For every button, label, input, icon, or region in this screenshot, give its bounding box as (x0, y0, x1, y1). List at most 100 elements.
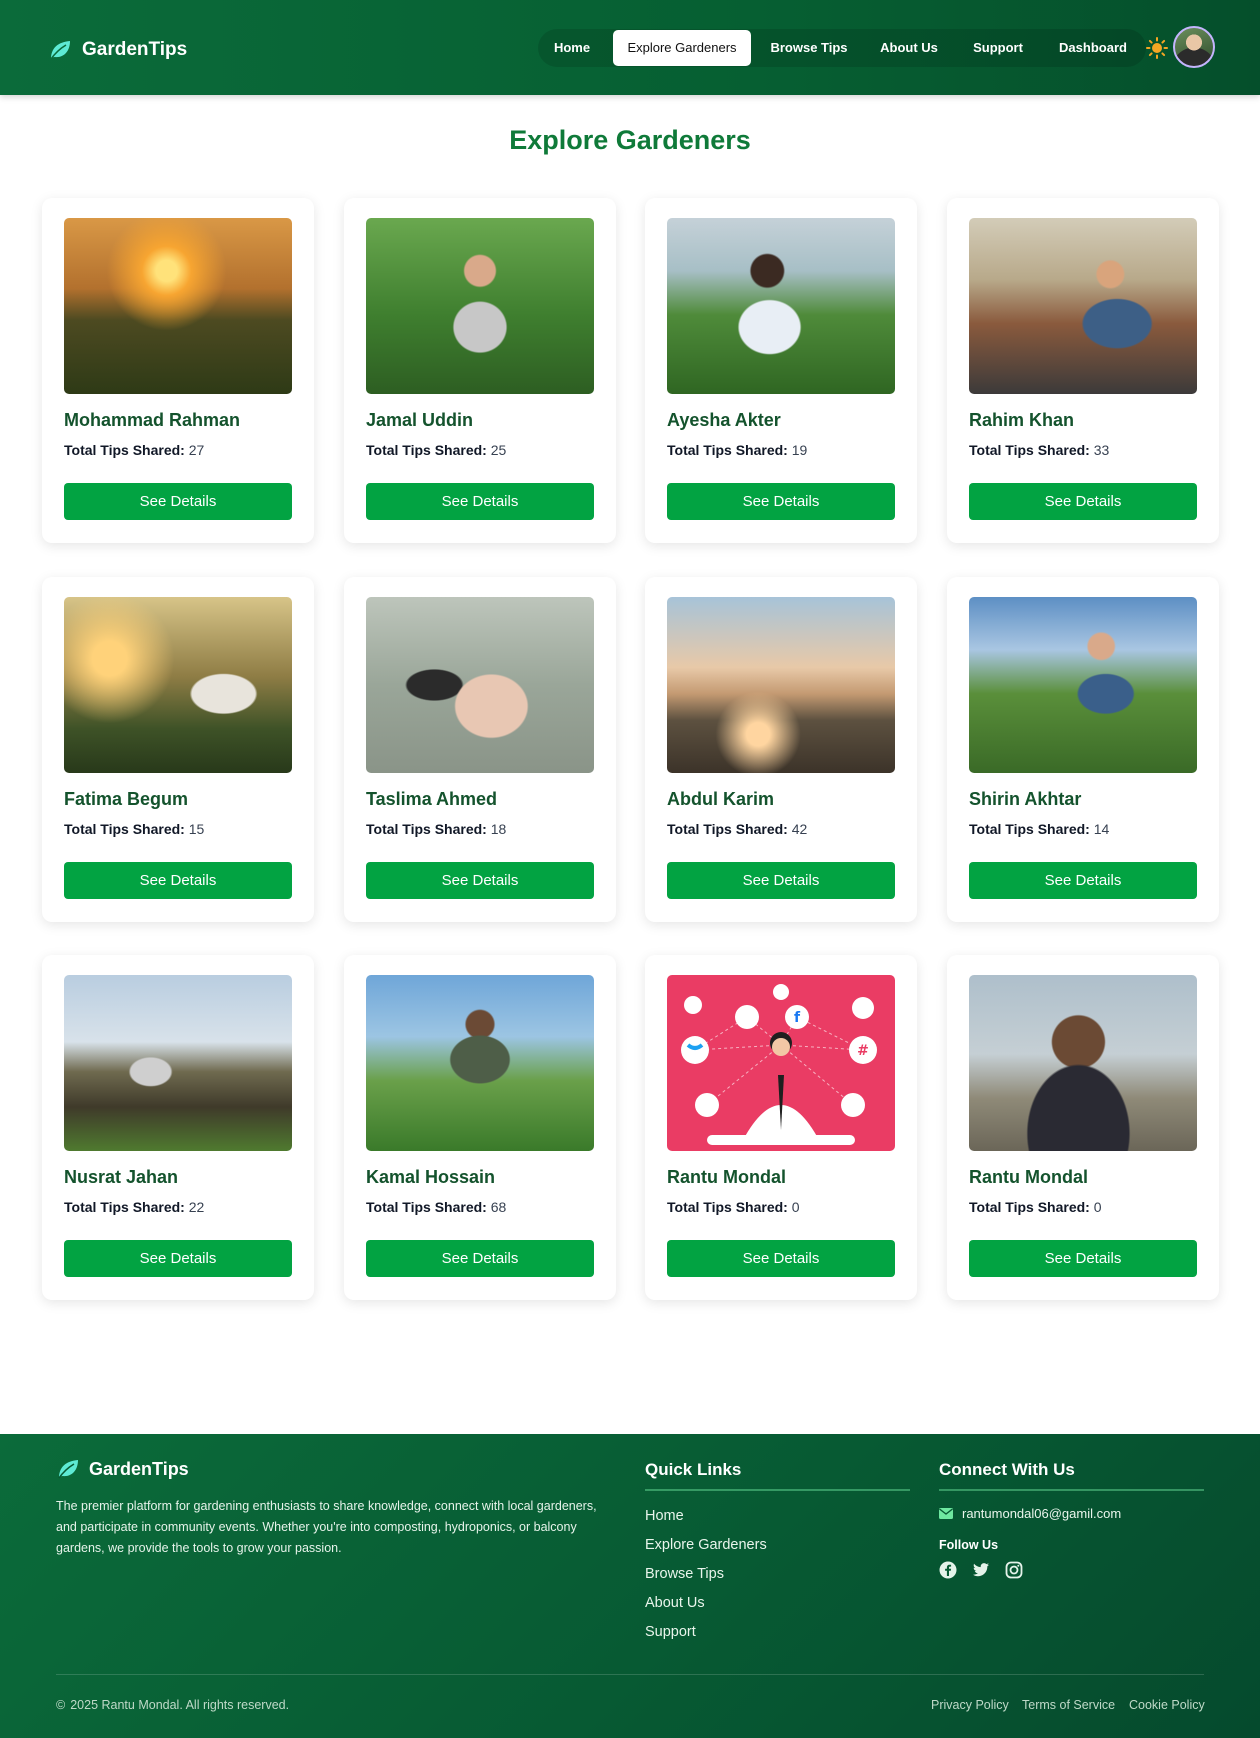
connect-divider (939, 1489, 1204, 1491)
tips-value: 68 (490, 1199, 507, 1215)
gardener-name: Abdul Karim (667, 789, 775, 809)
gardener-card: Jamal Uddin Total Tips Shared: 25 See De… (344, 198, 616, 543)
tips-value: 33 (1093, 442, 1110, 458)
cookie-policy-link[interactable]: Cookie Policy (1129, 1698, 1205, 1712)
gardener-name: Kamal Hossain (366, 1167, 496, 1187)
footer-brand-name: GardenTips (89, 1458, 189, 1479)
nav-support[interactable]: Support (961, 30, 1035, 66)
brand-logo[interactable]: GardenTips (48, 36, 187, 64)
tips-label: Total Tips Shared: (64, 1199, 185, 1215)
tips-value: 19 (791, 442, 808, 458)
footer-divider (56, 1674, 1204, 1675)
facebook-icon[interactable] (939, 1561, 957, 1579)
tips-value: 0 (791, 1199, 800, 1215)
instagram-icon[interactable] (1005, 1561, 1023, 1579)
gardener-card: Fatima Begum Total Tips Shared: 15 See D… (42, 577, 314, 922)
gardener-photo (366, 975, 594, 1151)
footer-link-home[interactable]: Home (645, 1508, 684, 1524)
see-details-button[interactable]: See Details (969, 1240, 1197, 1277)
gardener-card: f # Rantu Mondal Total Tips Shared: 0 Se… (645, 955, 917, 1300)
page-title: Explore Gardeners (509, 125, 751, 155)
see-details-button[interactable]: See Details (366, 1240, 594, 1277)
tips-value: 14 (1093, 821, 1110, 837)
footer-email[interactable]: rantumondal06@gamil.com (939, 1506, 1121, 1521)
svg-text:#: # (857, 1043, 869, 1059)
tips-count: Total Tips Shared: 33 (969, 442, 1109, 458)
gardener-photo (969, 218, 1197, 394)
gardener-photo (969, 597, 1197, 773)
gardener-photo (366, 218, 594, 394)
nav-explore-gardeners[interactable]: Explore Gardeners (613, 30, 751, 66)
see-details-button[interactable]: See Details (969, 483, 1197, 520)
user-avatar[interactable] (1173, 26, 1215, 68)
gardener-card: Rantu Mondal Total Tips Shared: 0 See De… (947, 955, 1219, 1300)
gardener-card: Taslima Ahmed Total Tips Shared: 18 See … (344, 577, 616, 922)
gardener-photo (667, 597, 895, 773)
see-details-button[interactable]: See Details (366, 862, 594, 899)
footer-link-about-us[interactable]: About Us (645, 1595, 705, 1611)
see-details-button[interactable]: See Details (667, 1240, 895, 1277)
see-details-button[interactable]: See Details (667, 483, 895, 520)
quick-links-divider (645, 1489, 910, 1491)
tips-count: Total Tips Shared: 42 (667, 821, 807, 837)
gardener-name: Taslima Ahmed (366, 789, 498, 809)
footer-link-browse-tips[interactable]: Browse Tips (645, 1566, 724, 1582)
tips-count: Total Tips Shared: 25 (366, 442, 506, 458)
tips-label: Total Tips Shared: (366, 442, 487, 458)
gardener-photo (64, 218, 292, 394)
email-text: rantumondal06@gamil.com (962, 1506, 1122, 1521)
social-media-illustration: f # (681, 984, 877, 1145)
sun-icon[interactable] (1146, 37, 1168, 59)
copyright-text: 2025 Rantu Mondal. All rights reserved. (70, 1698, 290, 1712)
see-details-button[interactable]: See Details (969, 862, 1197, 899)
tips-count: Total Tips Shared: 15 (64, 821, 204, 837)
brand-name: GardenTips (82, 39, 188, 60)
tips-value: 0 (1093, 1199, 1102, 1215)
footer-description: The premier platform for gardening enthu… (56, 1499, 597, 1555)
footer-link-support[interactable]: Support (645, 1624, 696, 1640)
tips-count: Total Tips Shared: 18 (366, 821, 506, 837)
gardener-name: Shirin Akhtar (969, 789, 1082, 809)
gardener-card: Ayesha Akter Total Tips Shared: 19 See D… (645, 198, 917, 543)
gardener-card: Nusrat Jahan Total Tips Shared: 22 See D… (42, 955, 314, 1300)
tips-label: Total Tips Shared: (64, 821, 185, 837)
tips-value: 15 (188, 821, 205, 837)
see-details-button[interactable]: See Details (64, 483, 292, 520)
gardener-photo (969, 975, 1197, 1151)
twitter-icon[interactable] (972, 1561, 990, 1579)
connect-title: Connect With Us (939, 1460, 1075, 1479)
tips-label: Total Tips Shared: (969, 821, 1090, 837)
tips-value: 27 (188, 442, 205, 458)
top-navbar: GardenTips Home Explore Gardeners Browse… (0, 0, 1260, 95)
tips-label: Total Tips Shared: (366, 821, 487, 837)
tips-count: Total Tips Shared: 22 (64, 1199, 204, 1215)
footer-link-explore-gardeners[interactable]: Explore Gardeners (645, 1537, 767, 1553)
nav-browse-tips[interactable]: Browse Tips (763, 30, 855, 66)
terms-of-service-link[interactable]: Terms of Service (1022, 1698, 1115, 1712)
svg-text:f: f (794, 1010, 801, 1026)
tips-value: 22 (188, 1199, 205, 1215)
gardener-name: Ayesha Akter (667, 410, 781, 430)
copyright-icon: © (56, 1698, 66, 1712)
tips-label: Total Tips Shared: (969, 442, 1090, 458)
footer-brand[interactable]: GardenTips (56, 1458, 189, 1480)
see-details-button[interactable]: See Details (366, 483, 594, 520)
leaf-icon (50, 41, 70, 60)
nav-about-us[interactable]: About Us (869, 30, 949, 66)
nav-home[interactable]: Home (540, 30, 604, 66)
see-details-button[interactable]: See Details (667, 862, 895, 899)
tips-count: Total Tips Shared: 27 (64, 442, 204, 458)
tips-value: 18 (490, 821, 507, 837)
follow-us-label: Follow Us (939, 1538, 999, 1552)
see-details-button[interactable]: See Details (64, 862, 292, 899)
tips-count: Total Tips Shared: 68 (366, 1199, 506, 1215)
see-details-button[interactable]: See Details (64, 1240, 292, 1277)
envelope-icon (939, 1508, 953, 1519)
gardener-photo (64, 975, 292, 1151)
privacy-policy-link[interactable]: Privacy Policy (931, 1698, 1009, 1712)
tips-label: Total Tips Shared: (667, 442, 788, 458)
tips-label: Total Tips Shared: (366, 1199, 487, 1215)
nav-dashboard[interactable]: Dashboard (1053, 30, 1133, 66)
gardener-card: Abdul Karim Total Tips Shared: 42 See De… (645, 577, 917, 922)
tips-label: Total Tips Shared: (667, 1199, 788, 1215)
